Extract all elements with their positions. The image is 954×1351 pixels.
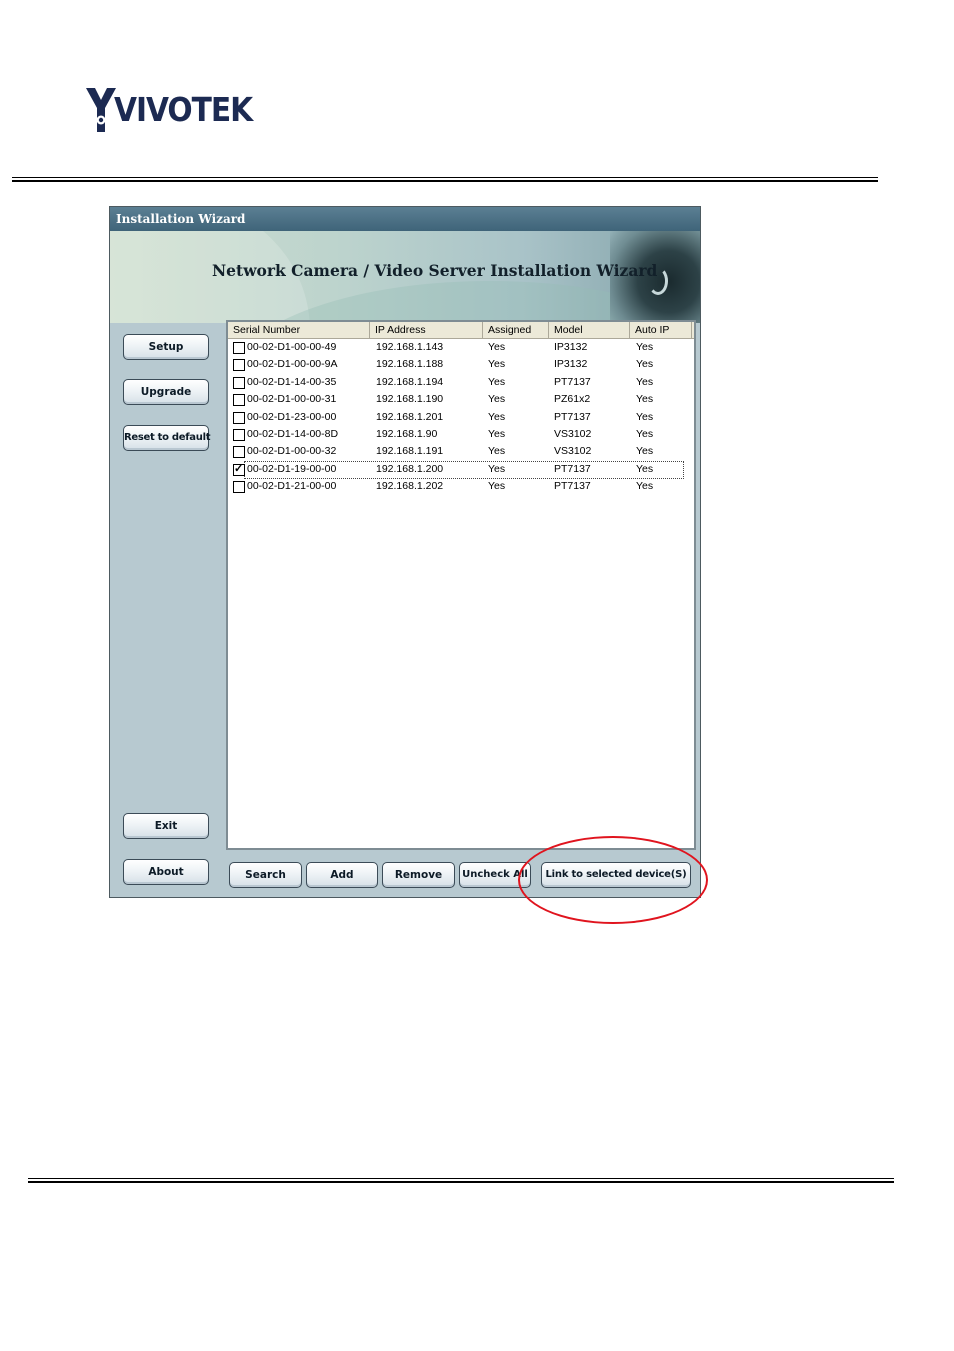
row-checkbox[interactable] [233,411,245,424]
table-row[interactable]: 00-02-D1-19-00-00 192.168.1.200 Yes PT7137 Y… [228,460,694,479]
serial-cell: 00-02-D1-14-00-8D [247,428,339,440]
add-button[interactable]: Add [306,862,378,888]
serial-cell: 00-02-D1-00-00-9A [247,358,338,371]
model-cell: PT7137 [554,410,591,423]
about-button[interactable]: About [123,859,209,885]
camera-logo-icon [86,88,116,132]
row-checkbox[interactable] [233,461,245,478]
vivotek-logo: VIVOTEK [86,84,296,136]
auto-ip-cell: Yes [636,428,654,440]
serial-cell: 00-02-D1-23-00-00 [247,410,337,423]
assigned-cell: Yes [488,341,506,353]
serial-cell: 00-02-D1-21-00-00 [247,480,337,493]
model-cell: PT7137 [554,462,591,475]
table-row[interactable]: 00-02-D1-00-00-32 192.168.1.191 Yes VS3102 Y… [228,443,694,460]
row-checkbox[interactable] [233,481,245,494]
link-to-selected-device-button[interactable]: Link to selected device(S) [541,862,691,888]
model-cell: IP3132 [554,341,588,353]
auto-ip-cell: Yes [636,358,654,371]
table-row[interactable]: 00-02-D1-14-00-35 192.168.1.194 Yes PT7137 Y… [228,374,694,391]
column-header-model[interactable]: Model [549,322,630,338]
model-cell: IP3132 [554,358,588,371]
assigned-cell: Yes [488,375,506,388]
auto-ip-cell: Yes [636,375,654,388]
ip-address-cell: 192.168.1.201 [376,410,444,423]
window-titlebar[interactable]: Installation Wizard [110,207,700,231]
row-checkbox[interactable] [233,394,245,407]
auto-ip-cell: Yes [636,445,654,458]
row-checkbox[interactable] [233,429,245,441]
ip-address-cell: 192.168.1.190 [376,393,444,406]
reset-to-default-button[interactable]: Reset to default [123,425,210,451]
row-checkbox[interactable] [233,342,245,354]
ip-address-cell: 192.168.1.194 [376,375,444,388]
row-checkbox[interactable] [233,359,245,372]
assigned-cell: Yes [488,480,506,493]
serial-cell: 00-02-D1-14-00-35 [247,375,337,388]
model-cell: VS3102 [554,445,592,458]
serial-cell: 00-02-D1-19-00-00 [247,462,337,475]
auto-ip-cell: Yes [636,341,654,353]
table-row[interactable]: 00-02-D1-21-00-00 192.168.1.202 Yes PT7137 Y… [228,478,694,495]
serial-cell: 00-02-D1-00-00-32 [247,445,337,458]
column-header-auto-ip[interactable]: Auto IP [630,322,692,338]
model-cell: PT7137 [554,375,591,388]
ip-address-cell: 192.168.1.202 [376,480,444,493]
row-checkbox[interactable] [233,446,245,459]
table-row[interactable]: 00-02-D1-00-00-9A 192.168.1.188 Yes IP3132 Y… [228,356,694,373]
logo-text: VIVOTEK [114,90,253,129]
ip-address-cell: 192.168.1.200 [376,462,444,475]
serial-cell: 00-02-D1-00-00-49 [247,341,337,353]
search-button[interactable]: Search [229,862,302,888]
column-header-serial-number[interactable]: Serial Number [228,322,370,338]
table-row[interactable]: 00-02-D1-23-00-00 192.168.1.201 Yes PT7137 Y… [228,409,694,426]
table-row[interactable]: 00-02-D1-00-00-31 192.168.1.190 Yes PZ61x2 Y… [228,391,694,408]
column-header-ip-address[interactable]: IP Address [370,322,483,338]
upgrade-button[interactable]: Upgrade [123,379,209,405]
banner-title: Network Camera / Video Server Installati… [212,261,658,280]
table-row[interactable]: 00-02-D1-00-00-49 192.168.1.143 Yes IP3132 Y… [228,339,694,356]
model-cell: PT7137 [554,480,591,493]
setup-button[interactable]: Setup [123,334,209,360]
serial-cell: 00-02-D1-00-00-31 [247,393,337,406]
assigned-cell: Yes [488,445,506,458]
top-divider [12,177,878,183]
bottom-divider [28,1178,894,1184]
auto-ip-cell: Yes [636,393,654,406]
table-row[interactable]: 00-02-D1-14-00-8D 192.168.1.90 Yes VS3102 Ye… [228,426,694,443]
assigned-cell: Yes [488,462,506,475]
exit-button[interactable]: Exit [123,813,209,839]
auto-ip-cell: Yes [636,410,654,423]
wizard-banner: Network Camera / Video Server Installati… [110,231,700,323]
column-header-assigned[interactable]: Assigned [483,322,549,338]
list-header: Serial Number IP Address Assigned Model … [228,322,694,339]
ip-address-cell: 192.168.1.143 [376,341,444,353]
assigned-cell: Yes [488,410,506,423]
ip-address-cell: 192.168.1.191 [376,445,444,458]
device-list[interactable]: Serial Number IP Address Assigned Model … [226,320,696,850]
installation-wizard-window: Installation Wizard Network Camera / Vid… [109,206,701,898]
remove-button[interactable]: Remove [382,862,455,888]
ip-address-cell: 192.168.1.188 [376,358,444,371]
uncheck-all-button[interactable]: Uncheck All [459,862,531,888]
auto-ip-cell: Yes [636,462,654,475]
assigned-cell: Yes [488,358,506,371]
row-checkbox[interactable] [233,376,245,389]
model-cell: PZ61x2 [554,393,591,406]
assigned-cell: Yes [488,428,506,440]
assigned-cell: Yes [488,393,506,406]
model-cell: VS3102 [554,428,592,440]
auto-ip-cell: Yes [636,480,654,493]
ip-address-cell: 192.168.1.90 [376,428,438,440]
